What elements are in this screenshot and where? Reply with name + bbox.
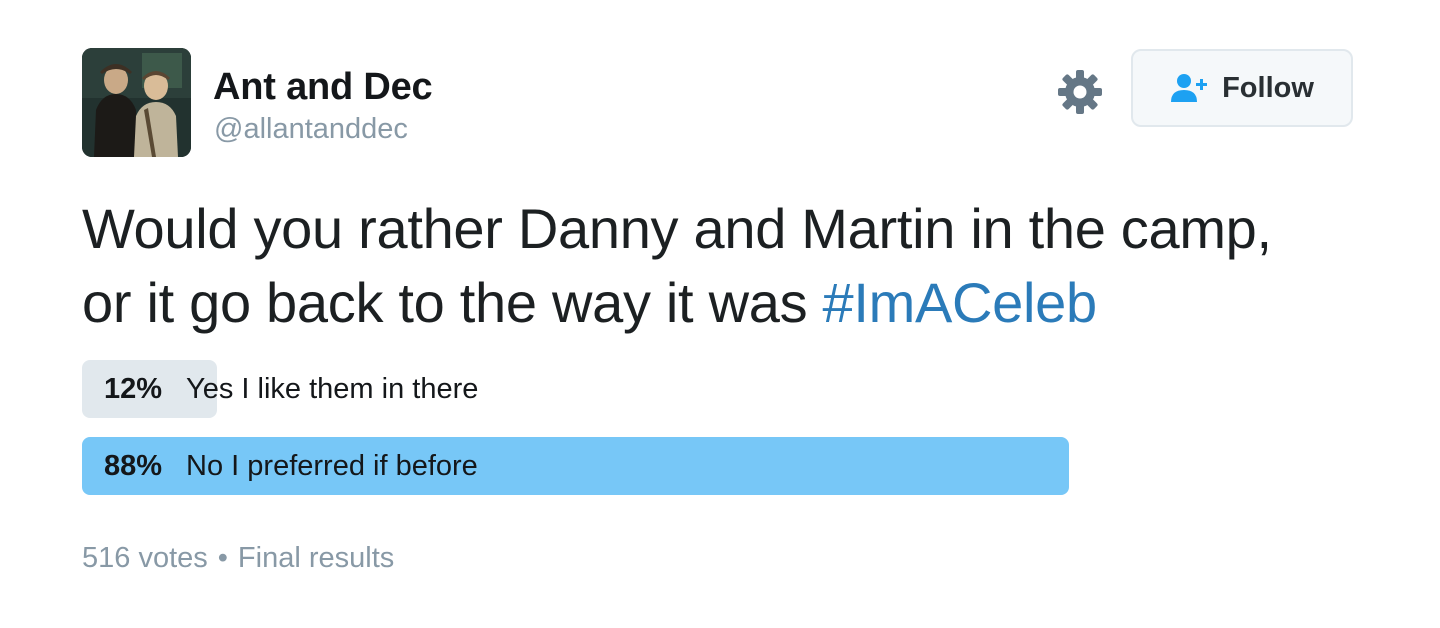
gear-icon[interactable] [1056,68,1104,116]
add-user-icon [1171,74,1208,102]
hashtag-link[interactable]: #ImACeleb [823,271,1098,334]
separator-dot: • [217,542,228,574]
avatar[interactable] [82,48,191,157]
display-name[interactable]: Ant and Dec [213,66,433,109]
poll-option: 12% Yes I like them in there [82,360,1204,418]
poll-option: 88% No I preferred if before [82,437,1204,495]
poll-status: Final results [237,542,395,574]
follow-label: Follow [1222,71,1314,104]
profile-photo [82,48,191,157]
poll-option-label: No I preferred if before [186,449,478,482]
follow-button[interactable]: Follow [1131,49,1353,127]
tweet-text-line: or it go back to the way it was [82,271,823,334]
poll-percent: 88% [104,449,163,482]
poll-percent: 12% [104,372,163,405]
vote-count: 516 votes [82,542,208,574]
tweet-text: Would you rather Danny and Martin in the… [82,192,1382,340]
poll-option-label: Yes I like them in there [186,372,479,405]
tweet-text-line: Would you rather Danny and Martin in the… [82,197,1272,260]
user-handle[interactable]: @allantanddec [214,113,408,146]
poll-footer: 516 votes • Final results [82,542,394,575]
